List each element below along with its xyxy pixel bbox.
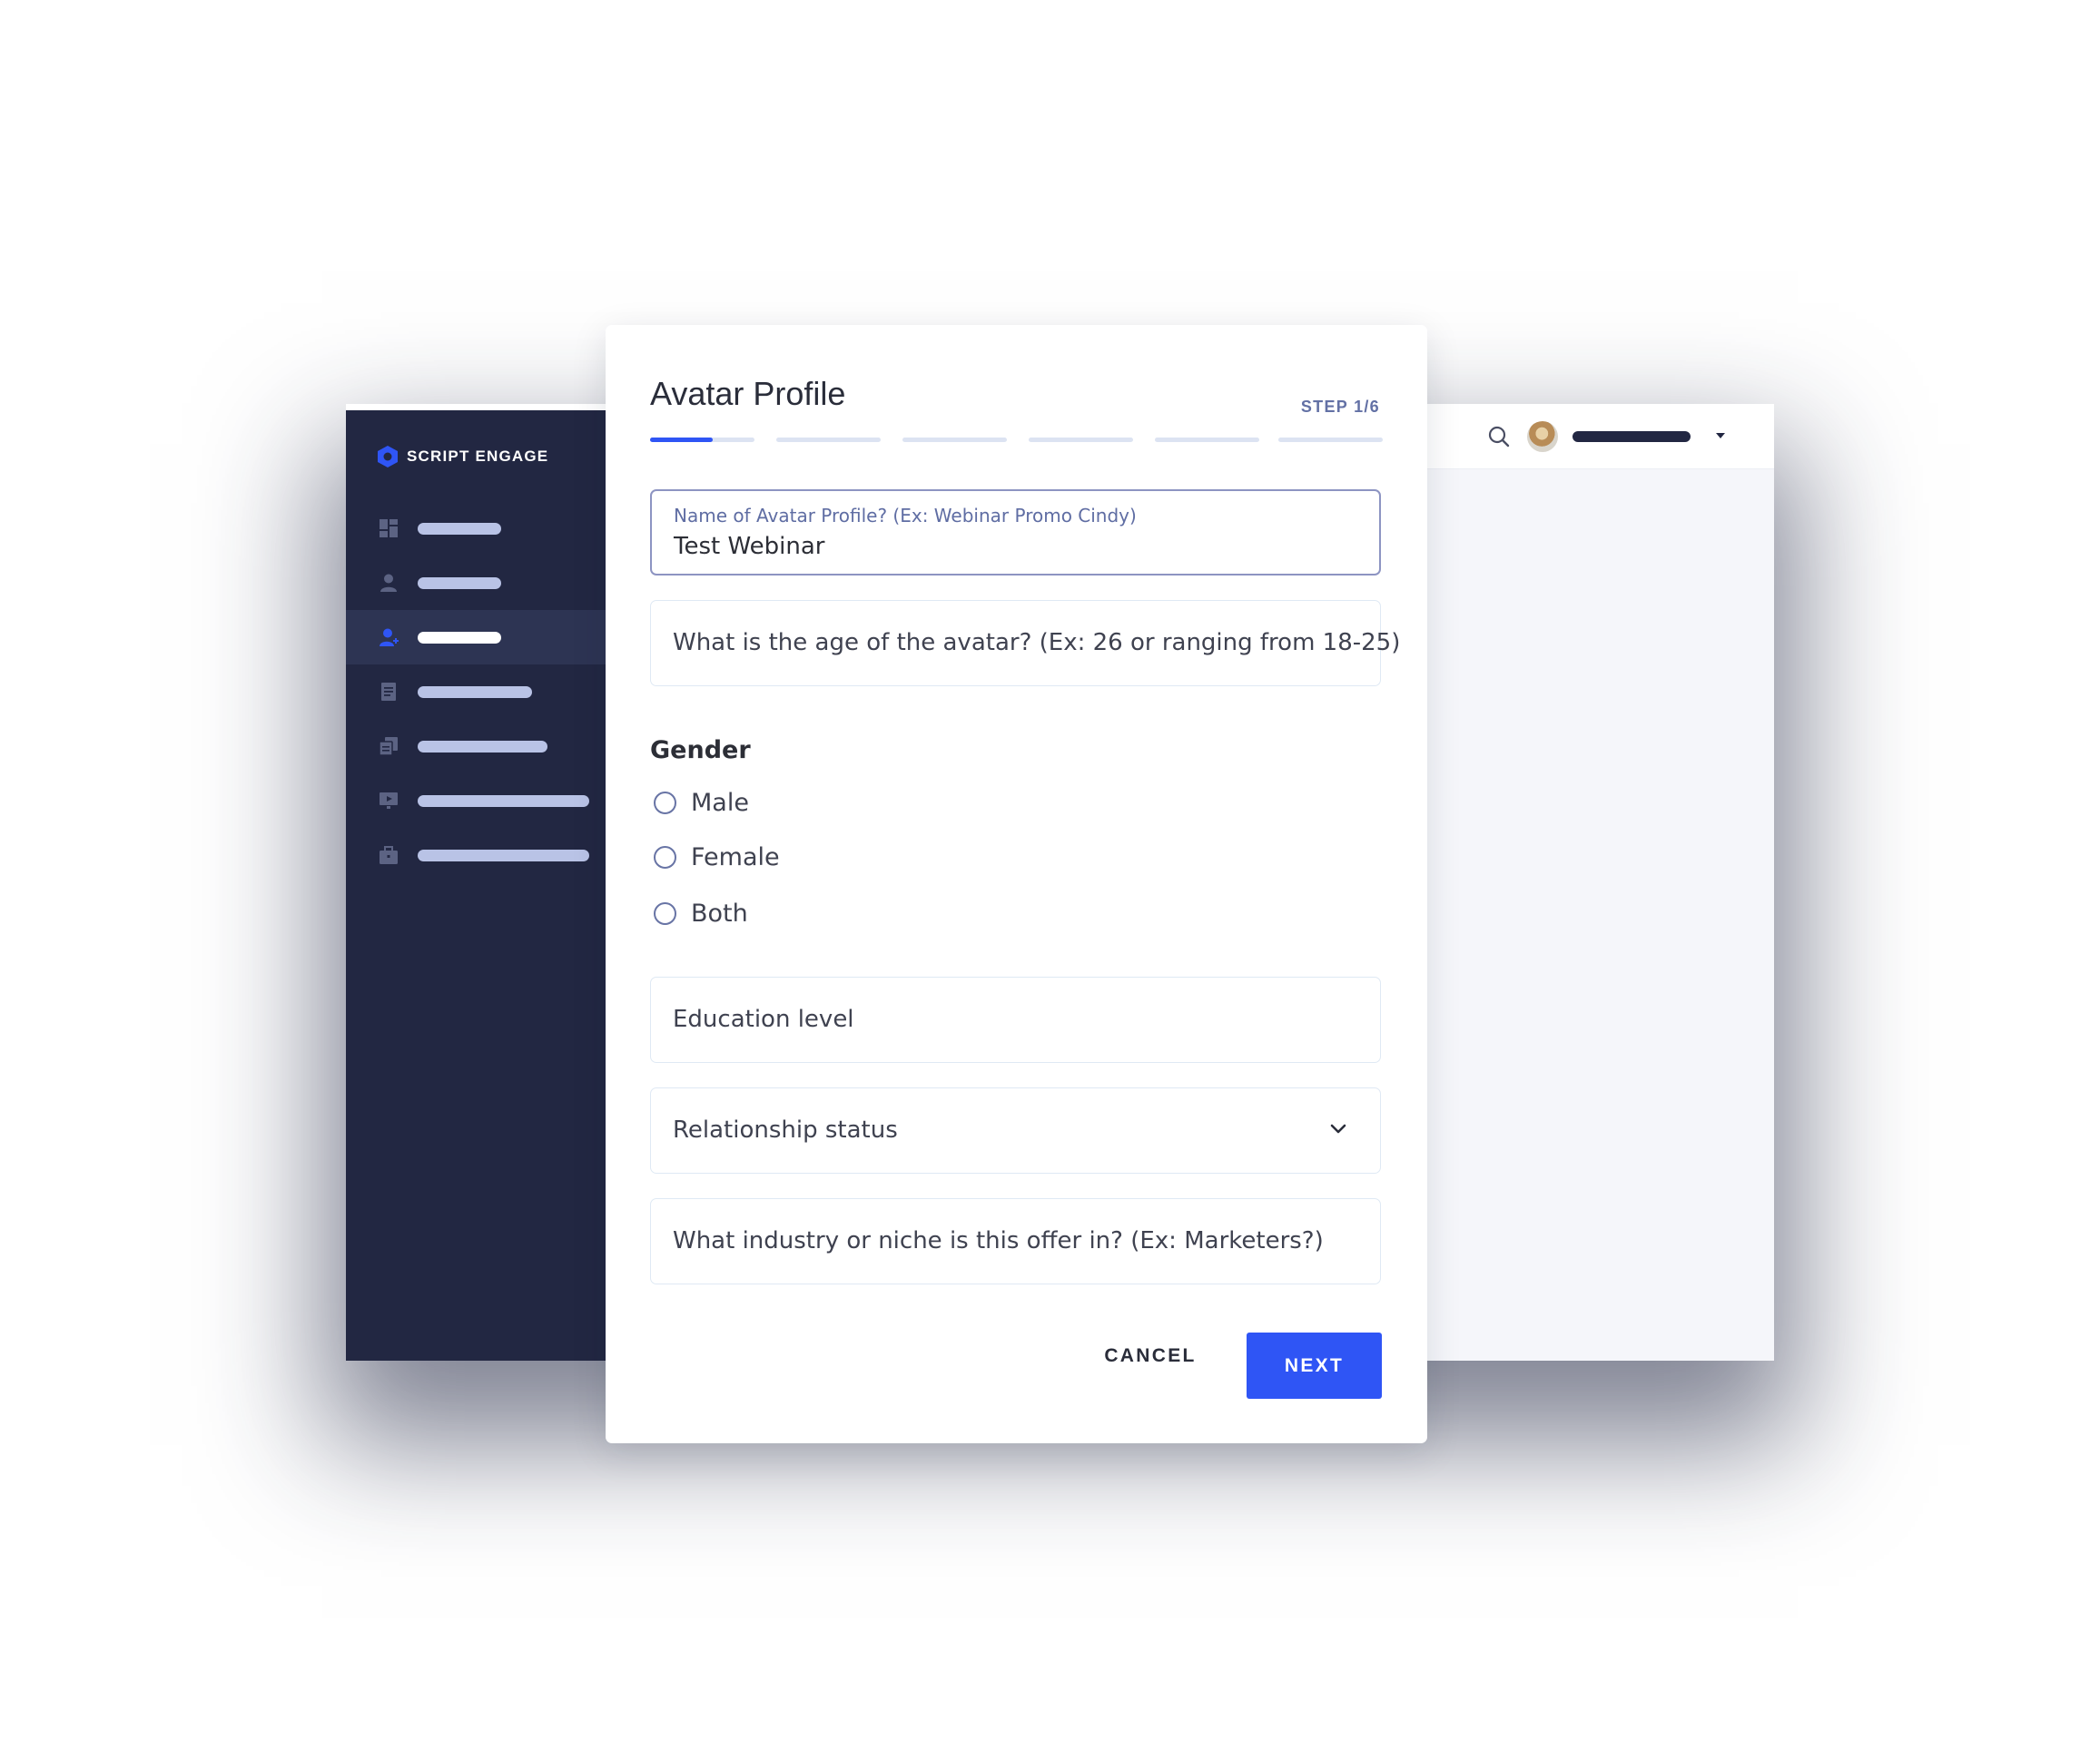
briefcase-icon: [380, 846, 398, 864]
sidebar-item-briefcase[interactable]: [346, 828, 627, 882]
avatar-name-value[interactable]: Test Webinar: [674, 533, 824, 560]
topbar: [1427, 404, 1774, 469]
sidebar-item-add-user[interactable]: [346, 610, 627, 664]
add-user-icon: [380, 628, 399, 646]
industry-placeholder: What industry or niche is this offer in?…: [673, 1227, 1324, 1254]
relationship-select[interactable]: Relationship status: [650, 1087, 1381, 1174]
radio-button[interactable]: [654, 902, 676, 925]
sidebar-item-dashboard[interactable]: [346, 501, 627, 556]
sidebar-item-copy[interactable]: [346, 719, 627, 773]
gender-heading: Gender: [650, 736, 751, 764]
cancel-button[interactable]: CANCEL: [1089, 1324, 1212, 1388]
avatar-name-label: Name of Avatar Profile? (Ex: Webinar Pro…: [674, 505, 1137, 526]
gender-option-female[interactable]: Female: [654, 843, 780, 871]
age-field[interactable]: What is the age of the avatar? (Ex: 26 o…: [650, 600, 1400, 686]
user-name-placeholder[interactable]: [1573, 431, 1691, 442]
sidebar: SCRIPT ENGAGE: [346, 410, 627, 1361]
avatar-profile-modal: Avatar Profile STEP 1/6 Name of Avatar P…: [606, 325, 1427, 1443]
modal-title: Avatar Profile: [650, 375, 846, 412]
radio-label: Both: [691, 900, 748, 928]
sidebar-item-label-placeholder: [418, 522, 501, 535]
progress-segment: [902, 438, 1007, 442]
user-icon: [380, 574, 397, 592]
sidebar-item-document[interactable]: [346, 664, 627, 719]
radio-label: Female: [691, 843, 780, 871]
gender-option-both[interactable]: Both: [654, 900, 748, 928]
caret-down-icon[interactable]: [1716, 433, 1725, 438]
sidebar-item-label-placeholder: [418, 794, 589, 807]
progress-segment: [1029, 438, 1133, 442]
radio-label: Male: [691, 789, 749, 817]
education-placeholder: Education level: [673, 1006, 854, 1033]
progress-segment: [650, 438, 754, 442]
gender-option-male[interactable]: Male: [654, 789, 749, 817]
age-placeholder: What is the age of the avatar? (Ex: 26 o…: [673, 629, 1401, 656]
brand-name: SCRIPT ENGAGE: [407, 448, 549, 465]
sidebar-item-user[interactable]: [346, 556, 627, 610]
main-panel: [1427, 404, 1774, 1361]
sidebar-item-label-placeholder: [418, 740, 547, 753]
hexagon-logo-icon: [378, 446, 398, 467]
industry-field[interactable]: What industry or niche is this offer in?…: [650, 1198, 1381, 1284]
education-field[interactable]: Education level: [650, 977, 1381, 1063]
dashboard-icon: [380, 519, 398, 537]
progress-segment: [776, 438, 881, 442]
avatar[interactable]: [1527, 421, 1558, 452]
sidebar-item-label-placeholder: [418, 576, 501, 589]
presentation-icon: [380, 792, 398, 809]
sidebar-item-label-placeholder: [418, 849, 589, 861]
chevron-down-icon[interactable]: [1329, 1123, 1347, 1136]
radio-button[interactable]: [654, 792, 676, 814]
avatar-name-field[interactable]: Name of Avatar Profile? (Ex: Webinar Pro…: [650, 489, 1381, 575]
relationship-placeholder: Relationship status: [673, 1117, 898, 1144]
search-icon[interactable]: [1487, 425, 1511, 448]
copy-icon: [379, 737, 398, 756]
progress-segment: [1155, 438, 1259, 442]
brand-logo[interactable]: SCRIPT ENGAGE: [377, 445, 548, 468]
document-icon: [381, 683, 396, 701]
step-progress: [650, 438, 1383, 442]
radio-button[interactable]: [654, 846, 676, 869]
step-indicator: STEP 1/6: [1300, 398, 1380, 416]
next-button[interactable]: NEXT: [1247, 1333, 1382, 1399]
progress-segment-fill: [650, 438, 713, 442]
sidebar-item-presentation[interactable]: [346, 773, 627, 828]
sidebar-item-label-placeholder: [418, 631, 501, 644]
progress-segment: [1278, 438, 1383, 442]
sidebar-item-label-placeholder: [418, 685, 532, 698]
